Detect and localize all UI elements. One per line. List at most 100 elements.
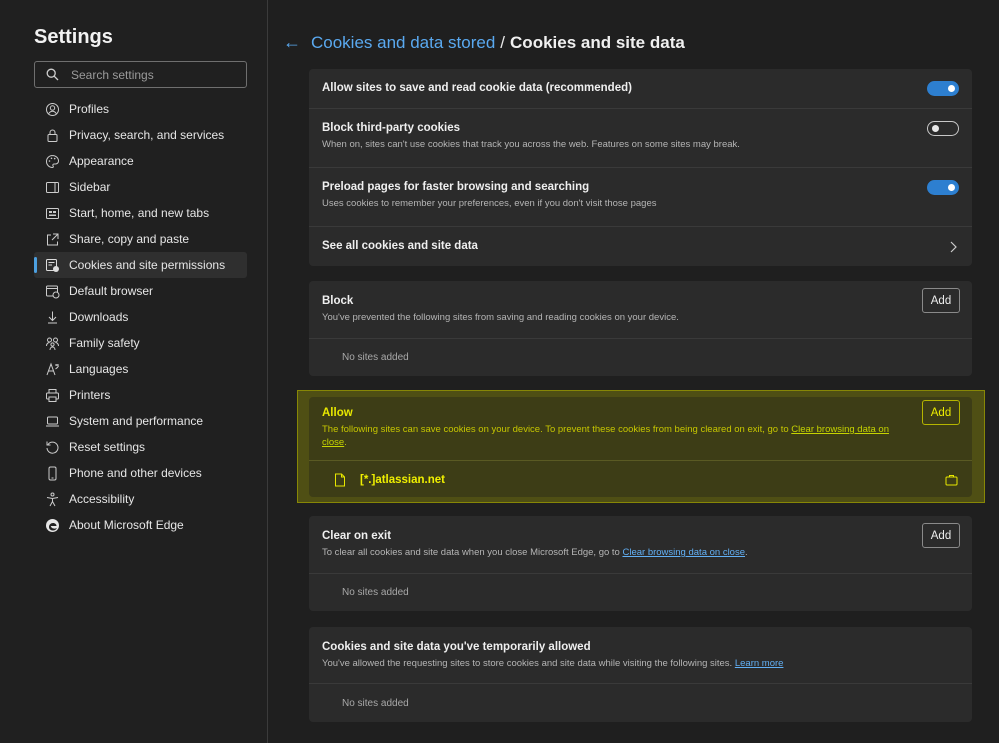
accessibility-icon: [45, 492, 60, 507]
temp-allowed-list: No sites added: [309, 683, 972, 722]
sidebar-item-languages[interactable]: Languages: [34, 356, 247, 382]
clear-on-exit-card: Clear on exit To clear all cookies and s…: [309, 516, 972, 611]
see-all-cookies-row[interactable]: See all cookies and site data: [309, 226, 972, 266]
download-icon: [45, 310, 60, 325]
clear-on-exit-link[interactable]: Clear browsing data on close: [622, 547, 745, 558]
sidebar-item-label: Cookies and site permissions: [69, 258, 226, 272]
settings-nav: Profiles Privacy, search, and services A…: [34, 96, 247, 538]
block-desc: You've prevented the following sites fro…: [322, 312, 679, 323]
sidebar-item-label: Sidebar: [69, 180, 111, 194]
block-title: Block: [322, 295, 354, 307]
sidebar-item-appearance[interactable]: Appearance: [34, 148, 247, 174]
temp-allowed-empty-text: No sites added: [342, 698, 409, 709]
allow-desc: The following sites can save cookies on …: [322, 424, 889, 448]
learn-more-link[interactable]: Learn more: [735, 658, 784, 669]
sidebar-item-label: Family safety: [69, 336, 140, 350]
preload-title: Preload pages for faster browsing and se…: [322, 181, 590, 193]
family-icon: [45, 336, 60, 351]
sidebar-icon: [45, 180, 60, 195]
sidebar-item-family[interactable]: Family safety: [34, 330, 247, 356]
search-icon: [46, 68, 59, 81]
cookie-permissions-icon: [45, 258, 60, 273]
sidebar-item-label: Appearance: [69, 154, 134, 168]
settings-sidebar: Settings Profiles Privacy, search, and s…: [0, 0, 268, 743]
temp-allowed-header-row: Cookies and site data you've temporarily…: [309, 627, 972, 683]
clear-on-exit-empty-text: No sites added: [342, 587, 409, 598]
sidebar-item-accessibility[interactable]: Accessibility: [34, 486, 247, 512]
profile-icon: [45, 102, 60, 117]
edge-logo-icon: [45, 518, 60, 533]
sidebar-item-phone[interactable]: Phone and other devices: [34, 460, 247, 486]
allow-header-row: Allow The following sites can save cooki…: [309, 397, 972, 460]
cookie-settings-card: Allow sites to save and read cookie data…: [309, 69, 972, 266]
clear-on-exit-title: Clear on exit: [322, 530, 392, 542]
block-third-party-title: Block third-party cookies: [322, 122, 461, 134]
block-third-party-toggle[interactable]: [927, 121, 959, 136]
printer-icon: [45, 388, 60, 403]
sidebar-item-label: Accessibility: [69, 492, 135, 506]
appearance-icon: [45, 154, 60, 169]
block-empty-text: No sites added: [342, 352, 409, 363]
block-header-row: Block You've prevented the following sit…: [309, 281, 972, 338]
sidebar-item-printers[interactable]: Printers: [34, 382, 247, 408]
sidebar-item-label: Languages: [69, 362, 129, 376]
preload-desc: Uses cookies to remember your preference…: [322, 198, 657, 209]
allow-site-row[interactable]: [*.]atlassian.net: [309, 460, 972, 497]
briefcase-icon[interactable]: [945, 474, 958, 486]
sidebar-item-share[interactable]: Share, copy and paste: [34, 226, 247, 252]
sidebar-item-label: System and performance: [69, 414, 204, 428]
sidebar-item-about[interactable]: About Microsoft Edge: [34, 512, 247, 538]
sidebar-item-sidebar[interactable]: Sidebar: [34, 174, 247, 200]
clear-on-exit-header-row: Clear on exit To clear all cookies and s…: [309, 516, 972, 573]
block-third-party-desc: When on, sites can't use cookies that tr…: [322, 139, 740, 150]
settings-title: Settings: [34, 26, 113, 48]
block-add-button[interactable]: Add: [922, 288, 960, 313]
allow-cookies-title: Allow sites to save and read cookie data…: [322, 82, 632, 94]
temp-allowed-title: Cookies and site data you've temporarily…: [322, 641, 591, 653]
allow-cookies-toggle[interactable]: [927, 81, 959, 96]
sidebar-item-label: Privacy, search, and services: [69, 128, 225, 142]
chevron-right-icon: [950, 241, 957, 253]
breadcrumb-parent-link[interactable]: Cookies and data stored: [311, 33, 495, 53]
preload-toggle[interactable]: [927, 180, 959, 195]
sidebar-item-label: About Microsoft Edge: [69, 518, 184, 532]
search-box[interactable]: [34, 61, 247, 88]
sidebar-item-default-browser[interactable]: Default browser: [34, 278, 247, 304]
breadcrumb: ← Cookies and data stored / Cookies and …: [283, 32, 685, 53]
allow-add-button[interactable]: Add: [922, 400, 960, 425]
lock-icon: [45, 128, 60, 143]
sidebar-item-privacy[interactable]: Privacy, search, and services: [34, 122, 247, 148]
sidebar-item-label: Downloads: [69, 310, 129, 324]
home-icon: [45, 206, 60, 221]
search-input[interactable]: [71, 67, 246, 82]
sidebar-item-downloads[interactable]: Downloads: [34, 304, 247, 330]
sidebar-item-reset[interactable]: Reset settings: [34, 434, 247, 460]
document-icon: [335, 473, 345, 486]
temp-allowed-card: Cookies and site data you've temporarily…: [309, 627, 972, 722]
reset-icon: [45, 440, 60, 455]
language-icon: [45, 362, 60, 377]
sidebar-item-label: Profiles: [69, 102, 110, 116]
sidebar-item-cookies[interactable]: Cookies and site permissions: [34, 252, 247, 278]
breadcrumb-separator: /: [500, 32, 506, 52]
back-arrow-icon[interactable]: ←: [283, 32, 301, 53]
sidebar-item-start-home[interactable]: Start, home, and new tabs: [34, 200, 247, 226]
sidebar-item-system[interactable]: System and performance: [34, 408, 247, 434]
page-title: Cookies and site data: [510, 32, 685, 52]
share-icon: [45, 232, 60, 247]
sidebar-item-label: Phone and other devices: [69, 466, 202, 480]
sidebar-item-label: Reset settings: [69, 440, 146, 454]
block-card: Block You've prevented the following sit…: [309, 281, 972, 376]
sidebar-item-profiles[interactable]: Profiles: [34, 96, 247, 122]
preload-row: Preload pages for faster browsing and se…: [309, 167, 972, 226]
laptop-icon: [45, 414, 60, 429]
phone-icon: [45, 466, 60, 481]
clear-on-exit-list: No sites added: [309, 573, 972, 611]
see-all-cookies-title: See all cookies and site data: [322, 240, 478, 252]
browser-icon: [45, 284, 60, 299]
sidebar-item-label: Default browser: [69, 284, 154, 298]
clear-on-exit-add-button[interactable]: Add: [922, 523, 960, 548]
block-third-party-row: Block third-party cookies When on, sites…: [309, 108, 972, 167]
main-content: ← Cookies and data stored / Cookies and …: [269, 0, 999, 743]
clear-on-exit-desc: To clear all cookies and site data when …: [322, 547, 748, 558]
